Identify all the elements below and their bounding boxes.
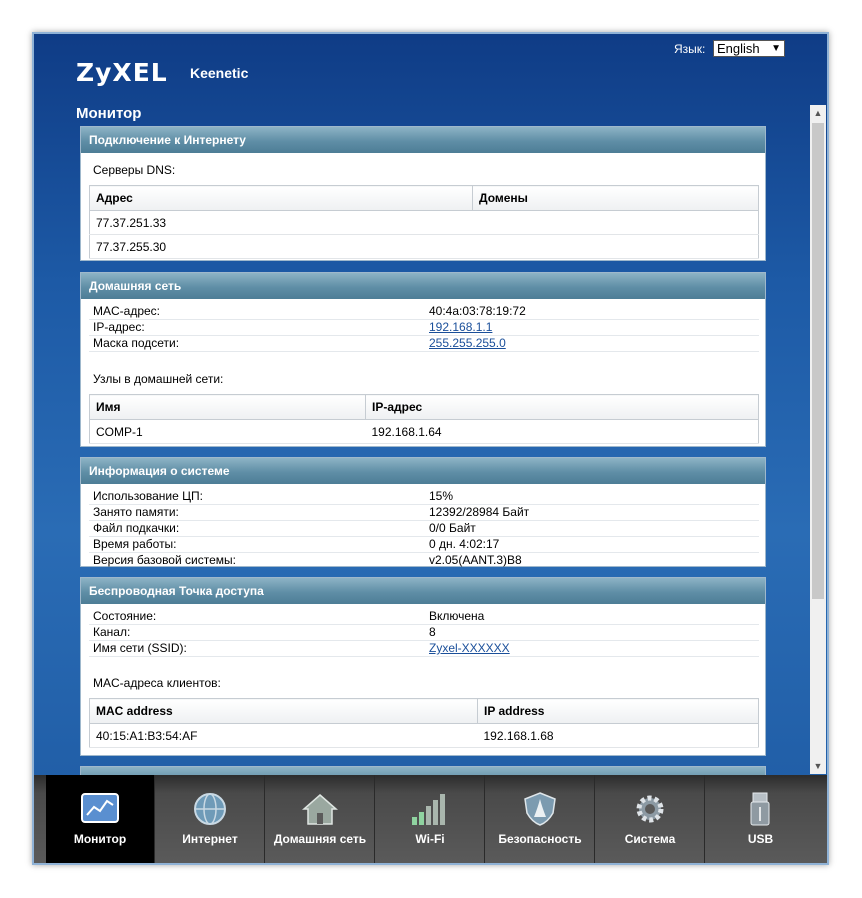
mac-label: MAC-адрес:: [93, 304, 161, 318]
state-label: Состояние:: [93, 609, 157, 623]
ip-link[interactable]: 192.168.1.1: [429, 320, 492, 334]
tab-home-network[interactable]: Домашняя сеть: [266, 775, 375, 863]
panel-header: Беспроводная Точка доступа: [81, 578, 765, 604]
tab-label: Wi-Fi: [415, 832, 445, 846]
swap-label: Файл подкачки:: [93, 521, 180, 535]
mask-label: Маска подсети:: [93, 336, 180, 350]
firmware-value: v2.05(AANT.3)B8: [429, 553, 522, 567]
language-label: Язык:: [674, 42, 706, 56]
hosts-label: Узлы в домашней сети:: [93, 372, 224, 386]
mask-link[interactable]: 255.255.255.0: [429, 336, 506, 350]
tab-label: USB: [747, 832, 774, 846]
house-icon: [302, 794, 338, 825]
table-header: Адрес Домены: [89, 185, 759, 211]
home-network-panel: Домашняя сеть MAC-адрес: 40:4a:03:78:19:…: [80, 272, 766, 447]
router-window: ZyXEL Keenetic Язык: English ▼ Монитор П…: [32, 32, 829, 865]
column-domains: Домены: [472, 185, 759, 211]
channel-label: Канал:: [93, 625, 131, 639]
table-header: Имя IP-адрес: [89, 394, 759, 420]
dns-address: 77.37.255.30: [89, 234, 473, 259]
language-select[interactable]: English ▼: [713, 40, 785, 57]
dns-domain: [472, 234, 759, 259]
host-name: COMP-1: [89, 419, 366, 444]
tab-wifi[interactable]: Wi-Fi: [376, 775, 485, 863]
column-ip: IP-адрес: [365, 394, 759, 420]
cpu-label: Использование ЦП:: [93, 489, 203, 503]
tab-system[interactable]: Система: [596, 775, 705, 863]
signal-bars-icon: [412, 794, 445, 825]
zyxel-logo: ZyXEL: [76, 58, 168, 87]
scroll-thumb[interactable]: [812, 123, 824, 599]
dns-table: Адрес Домены 77.37.251.33 77.37.255.30: [89, 185, 759, 259]
cpu-value: 15%: [429, 489, 454, 503]
monitor-chart-icon: [81, 793, 119, 823]
tab-label: Монитор: [73, 832, 127, 846]
column-address: Адрес: [89, 185, 473, 211]
page-title: Монитор: [76, 105, 142, 122]
scroll-down-icon[interactable]: ▼: [810, 758, 826, 774]
shield-icon: [524, 792, 556, 826]
bottom-toolbar: Монитор Интернет Домашняя сеть Wi-Fi Без…: [34, 775, 827, 863]
ssid-label: Имя сети (SSID):: [93, 641, 187, 655]
panel-header: Информация о системе: [81, 458, 765, 484]
internet-panel: Подключение к Интернету Серверы DNS: Адр…: [80, 126, 766, 261]
swap-value: 0/0 Байт: [429, 521, 476, 535]
globe-icon: [194, 793, 226, 825]
panel-header: Подключение к Интернету: [81, 127, 765, 153]
column-ip: IP address: [477, 698, 759, 724]
content-scrollbar[interactable]: ▲ ▼: [810, 105, 826, 774]
wireless-panel: Беспроводная Точка доступа Состояние: Вк…: [80, 577, 766, 756]
table-header: MAC address IP address: [89, 698, 759, 724]
hosts-table: Имя IP-адрес COMP-1 192.168.1.64: [89, 394, 759, 444]
column-name: Имя: [89, 394, 366, 420]
mac-value: 40:4a:03:78:19:72: [429, 304, 526, 318]
dns-label: Серверы DNS:: [93, 163, 176, 177]
tab-monitor[interactable]: Монитор: [46, 775, 155, 863]
state-value: Включена: [429, 609, 485, 623]
host-ip: 192.168.1.64: [365, 419, 759, 444]
tab-label: Система: [624, 832, 676, 846]
tab-label: Домашняя сеть: [273, 832, 367, 846]
column-mac: MAC address: [89, 698, 478, 724]
dns-address: 77.37.251.33: [89, 210, 473, 235]
dropdown-arrow-icon: ▼: [771, 43, 781, 54]
clients-table: MAC address IP address 40:15:A1:B3:54:AF…: [89, 698, 759, 748]
tab-label: Безопасность: [498, 832, 582, 846]
language-value: English: [717, 41, 760, 56]
product-name: Keenetic: [190, 65, 249, 81]
table-row: 40:15:A1:B3:54:AF 192.168.1.68: [89, 723, 759, 748]
tab-label: Интернет: [182, 832, 238, 846]
uptime-value: 0 дн. 4:02:17: [429, 537, 500, 551]
channel-value: 8: [429, 625, 436, 639]
ssid-link[interactable]: Zyxel-XXXXXX: [429, 641, 510, 655]
table-row: 77.37.255.30: [89, 234, 759, 259]
tab-internet[interactable]: Интернет: [156, 775, 265, 863]
scroll-up-icon[interactable]: ▲: [810, 105, 826, 121]
memory-value: 12392/28984 Байт: [429, 505, 530, 519]
system-info-panel: Информация о системе Использование ЦП: 1…: [80, 457, 766, 567]
monitor-content: Подключение к Интернету Серверы DNS: Адр…: [80, 126, 768, 776]
table-row: COMP-1 192.168.1.64: [89, 419, 759, 444]
tab-usb[interactable]: USB: [706, 775, 815, 863]
gear-icon: [636, 795, 664, 823]
memory-label: Занято памяти:: [93, 505, 179, 519]
dns-domain: [472, 210, 759, 235]
client-ip: 192.168.1.68: [477, 723, 759, 748]
usb-icon: [750, 792, 770, 826]
ip-label: IP-адрес:: [93, 320, 145, 334]
firmware-label: Версия базовой системы:: [93, 553, 236, 567]
table-row: 77.37.251.33: [89, 210, 759, 235]
tab-security[interactable]: Безопасность: [486, 775, 595, 863]
client-mac: 40:15:A1:B3:54:AF: [89, 723, 478, 748]
panel-header: Домашняя сеть: [81, 273, 765, 299]
clients-label: MAC-адреса клиентов:: [93, 676, 221, 690]
uptime-label: Время работы:: [93, 537, 177, 551]
